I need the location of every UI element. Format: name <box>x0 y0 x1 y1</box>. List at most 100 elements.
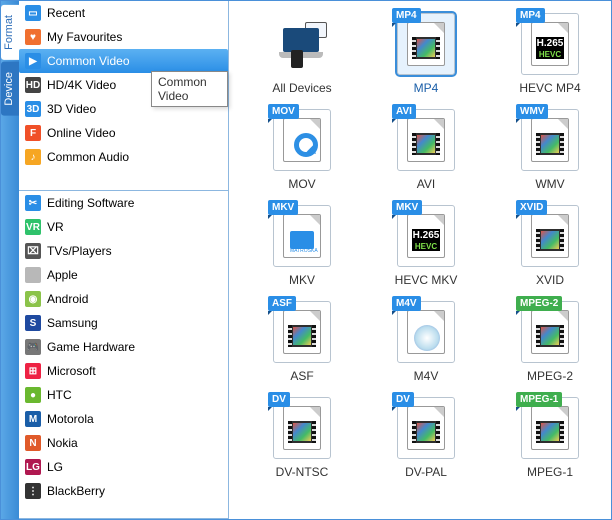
grid-item-hevc-mp4[interactable]: MP4H.265HEVC HEVC MP4 <box>493 13 607 95</box>
grid-item-mpeg-1[interactable]: MPEG-1MPEG-1 <box>493 397 607 479</box>
format-item-my-favourites[interactable]: ♥ My Favourites <box>19 25 228 49</box>
device-item-tvs-players[interactable]: ⌧TVs/Players <box>19 239 228 263</box>
grid-item-dv-ntsc[interactable]: DVDV-NTSC <box>245 397 359 479</box>
device-item-android[interactable]: ◉Android <box>19 287 228 311</box>
file-icon <box>283 406 321 450</box>
grid-item-mp4[interactable]: MP4MP4 <box>369 13 483 95</box>
format-thumb: DV <box>273 397 331 459</box>
format-badge: MP4 <box>516 8 545 23</box>
item-label: Game Hardware <box>47 340 135 354</box>
tv-icon: ⌧ <box>25 243 41 259</box>
grid-scroll[interactable]: All DevicesMP4MP4MP4H.265HEVCHEVC MP4MOV… <box>229 1 611 519</box>
file-icon <box>283 118 321 162</box>
file-icon <box>407 310 445 354</box>
devices-icon <box>277 22 327 66</box>
device-item-vr[interactable]: VRVR <box>19 215 228 239</box>
device-item-lg[interactable]: LG LG <box>19 455 228 479</box>
grid-item-label: M4V <box>414 369 439 383</box>
side-tab-format[interactable]: Format <box>1 5 19 60</box>
item-label: HTC <box>47 388 72 402</box>
format-thumb: DV <box>397 397 455 459</box>
grid-item-mov[interactable]: MOV MOV <box>245 109 359 191</box>
format-thumb: MP4H.265HEVC <box>521 13 579 75</box>
lg-icon: LG <box>25 459 41 475</box>
item-label: 3D Video <box>47 102 96 116</box>
file-icon: H.265HEVC <box>531 22 569 66</box>
grid-item-asf[interactable]: ASFASF <box>245 301 359 383</box>
panel-device[interactable]: ✂Editing SoftwareVRVR⌧TVs/Players Apple ◉A… <box>19 191 228 519</box>
format-badge: M4V <box>392 296 421 311</box>
format-badge: DV <box>392 392 414 407</box>
grid-item-wmv[interactable]: WMVWMV <box>493 109 607 191</box>
grid-item-mpeg-2[interactable]: MPEG-2MPEG-2 <box>493 301 607 383</box>
blackberry-icon: ⋮ <box>25 483 41 499</box>
format-badge: MOV <box>268 104 299 119</box>
format-thumb: AVI <box>397 109 455 171</box>
grid-item-label: MP4 <box>414 81 439 95</box>
side-tab-strip: Format Device <box>1 1 19 519</box>
grid-item-m4v[interactable]: M4VM4V <box>369 301 483 383</box>
grid-item-label: All Devices <box>272 81 331 95</box>
format-thumb: MKVH.265HEVC <box>397 205 455 267</box>
samsung-icon: S <box>25 315 41 331</box>
online-icon: F <box>25 125 41 141</box>
item-label: Common Video <box>47 54 130 68</box>
format-badge: XVID <box>516 200 547 215</box>
heart-icon: ♥ <box>25 29 41 45</box>
device-item-motorola[interactable]: M Motorola <box>19 407 228 431</box>
item-label: Samsung <box>47 316 98 330</box>
format-item-common-video[interactable]: ▶Common Video <box>19 49 228 73</box>
apple-icon <box>25 267 41 283</box>
device-item-microsoft[interactable]: ⊞Microsoft <box>19 359 228 383</box>
item-label: Online Video <box>47 126 116 140</box>
grid-item-label: HEVC MP4 <box>519 81 580 95</box>
item-label: Motorola <box>47 412 94 426</box>
format-thumb: XVID <box>521 205 579 267</box>
item-label: My Favourites <box>47 30 122 44</box>
format-item-common-audio[interactable]: ♪Common Audio <box>19 145 228 169</box>
format-thumb <box>273 13 331 75</box>
grid-item-dv-pal[interactable]: DV DV-PAL <box>369 397 483 479</box>
item-label: Apple <box>47 268 78 282</box>
grid-item-label: XVID <box>536 273 564 287</box>
format-badge: MPEG-2 <box>516 296 562 311</box>
format-thumb: MOV <box>273 109 331 171</box>
item-label: LG <box>47 460 63 474</box>
grid-item-avi[interactable]: AVIAVI <box>369 109 483 191</box>
device-item-htc[interactable]: ●HTC <box>19 383 228 407</box>
format-thumb: M4V <box>397 301 455 363</box>
format-badge: WMV <box>516 104 548 119</box>
3d-icon: 3D <box>25 101 41 117</box>
device-item-nokia[interactable]: NNokia <box>19 431 228 455</box>
device-item-editing-software[interactable]: ✂Editing Software <box>19 191 228 215</box>
app-root: Format Device ▭Recent ♥ My Favourites ▶Comm… <box>0 0 612 520</box>
device-item-apple[interactable]: Apple <box>19 263 228 287</box>
side-tab-device[interactable]: Device <box>1 62 19 116</box>
device-item-game-hardware[interactable]: 🎮Game Hardware <box>19 335 228 359</box>
grid-item-label: HEVC MKV <box>395 273 458 287</box>
grid-item-hevc-mkv[interactable]: MKVH.265HEVC HEVC MKV <box>369 205 483 287</box>
format-thumb: MPEG-2 <box>521 301 579 363</box>
motorola-icon: M <box>25 411 41 427</box>
device-item-samsung[interactable]: S Samsung <box>19 311 228 335</box>
format-item-recent[interactable]: ▭Recent <box>19 1 228 25</box>
format-item-online-video[interactable]: F Online Video <box>19 121 228 145</box>
device-item-blackberry[interactable]: ⋮ BlackBerry <box>19 479 228 503</box>
file-icon <box>407 22 445 66</box>
file-icon <box>283 310 321 354</box>
format-badge: DV <box>268 392 290 407</box>
left-panels: ▭Recent♥My Favourites▶Common VideoHDHD/4… <box>19 1 229 519</box>
format-thumb: WMV <box>521 109 579 171</box>
grid-item-all-devices[interactable]: All Devices <box>245 13 359 95</box>
grid-item-xvid[interactable]: XVID XVID <box>493 205 607 287</box>
item-label: Recent <box>47 6 85 20</box>
item-label: VR <box>47 220 64 234</box>
item-label: Nokia <box>47 436 78 450</box>
grid-item-label: DV-PAL <box>405 465 447 479</box>
file-icon <box>407 118 445 162</box>
grid-item-mkv[interactable]: MKVMATROSKAMKV <box>245 205 359 287</box>
item-label: Microsoft <box>47 364 96 378</box>
item-label: BlackBerry <box>47 484 105 498</box>
format-badge: MPEG-1 <box>516 392 562 407</box>
grid-item-label: MOV <box>288 177 315 191</box>
